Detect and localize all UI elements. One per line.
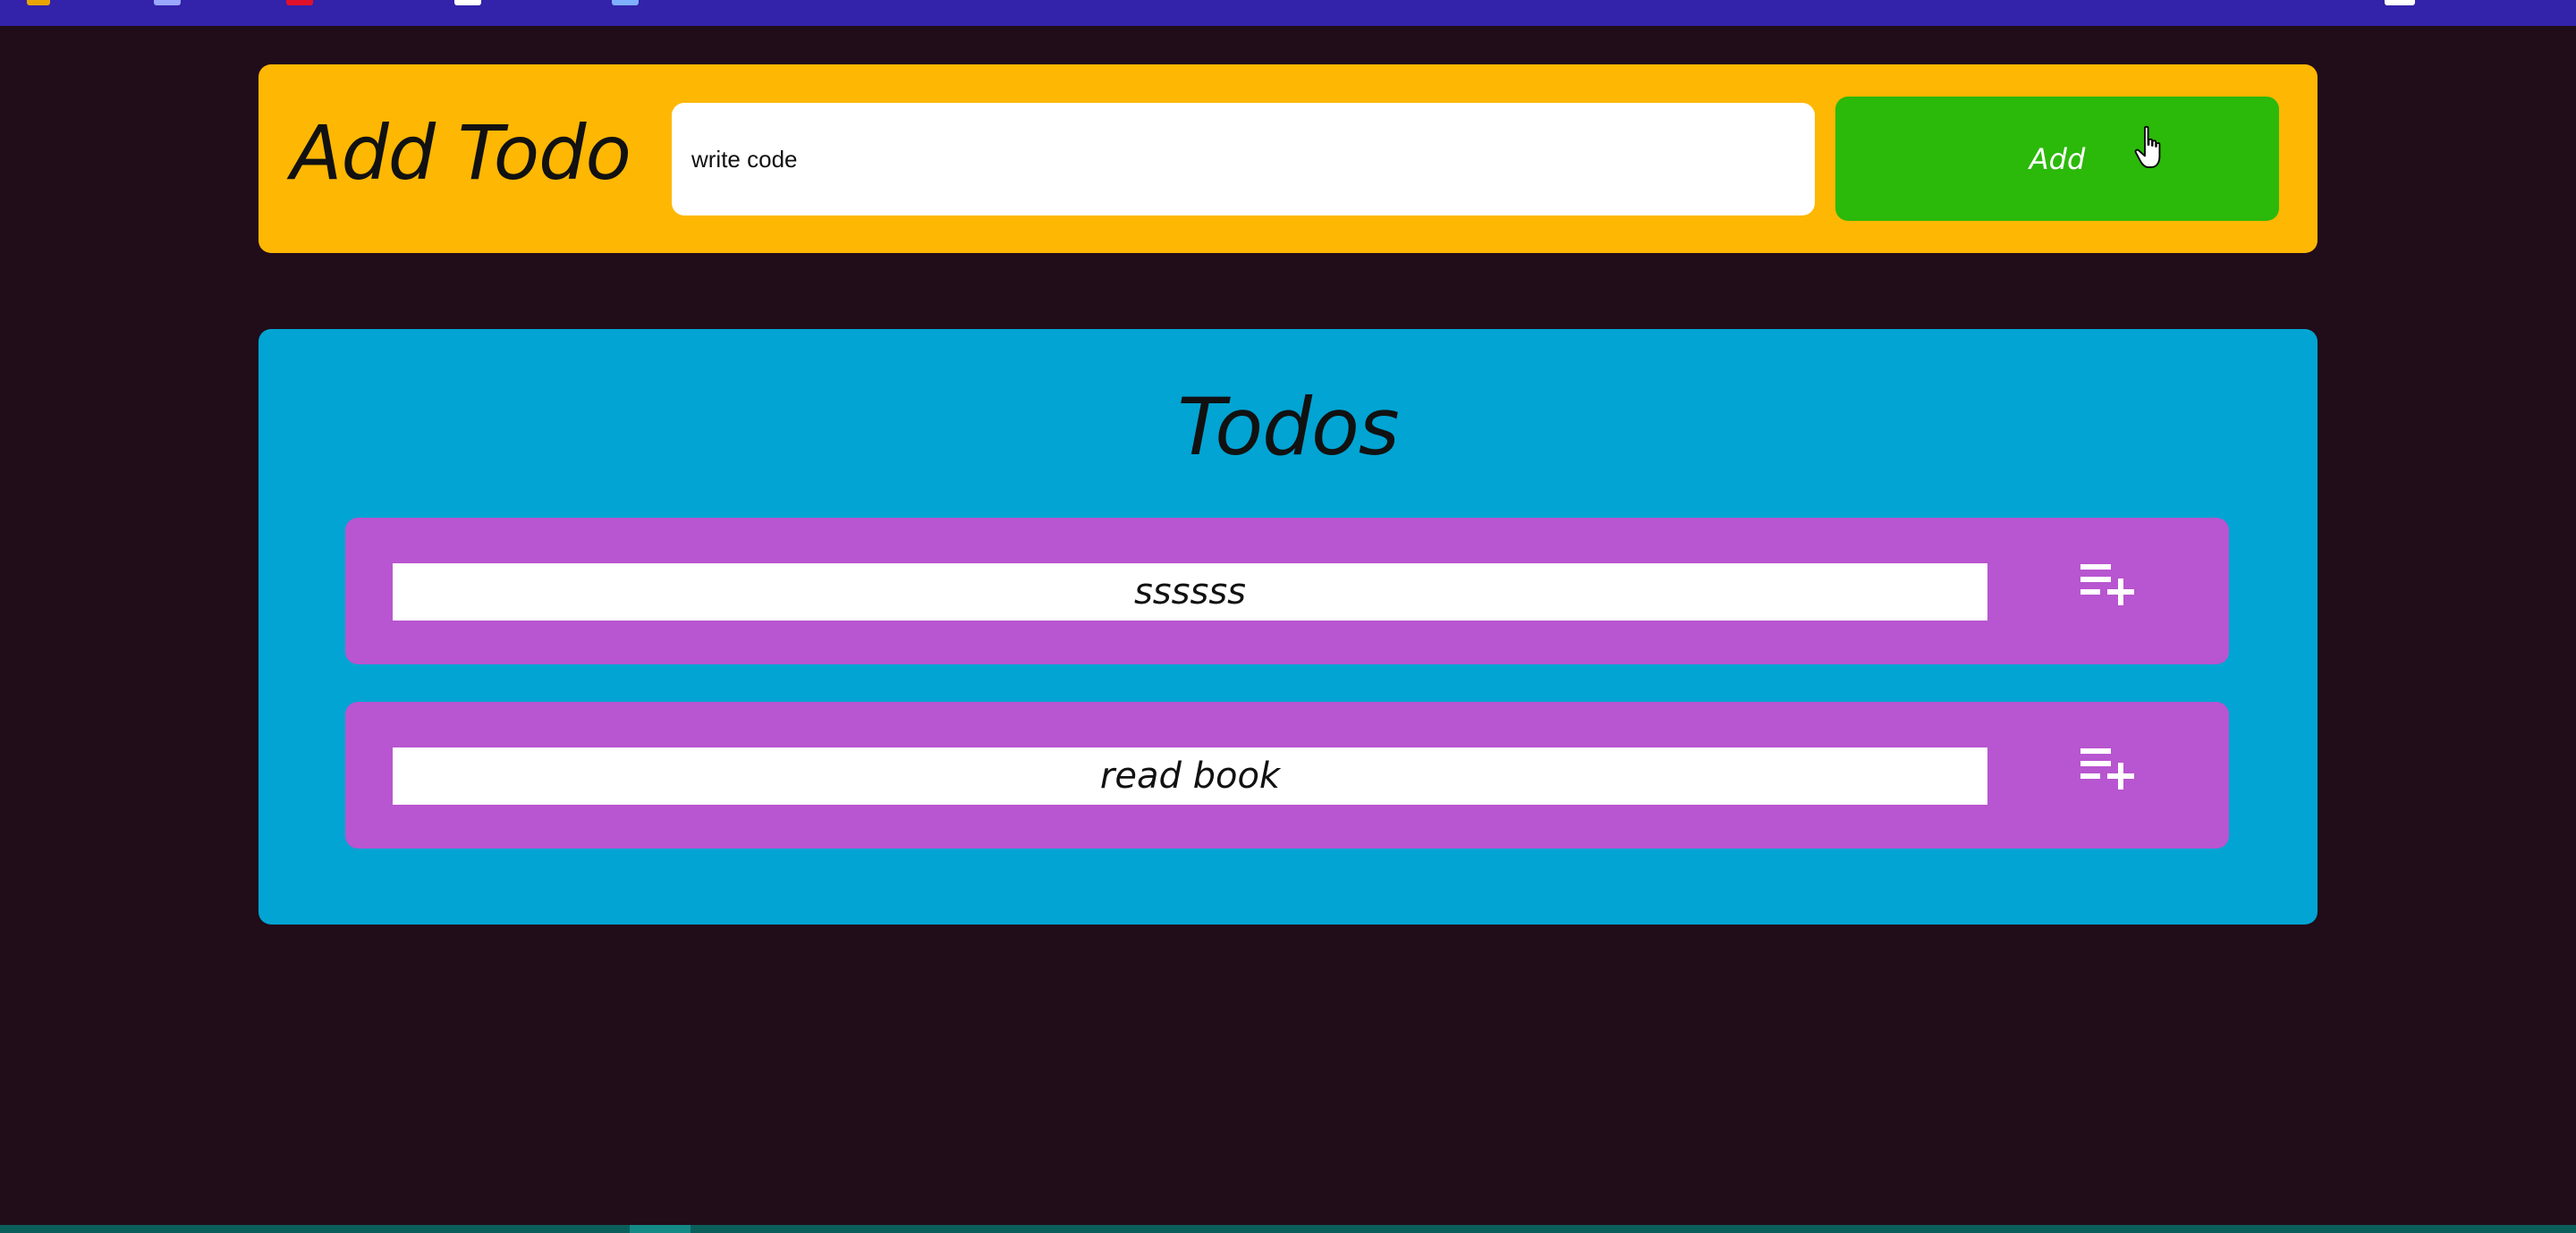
taskbar-active-item[interactable]: [630, 1225, 691, 1233]
bookmark-icon[interactable]: [27, 0, 50, 5]
todo-input[interactable]: [672, 103, 1815, 215]
bookmark-icon[interactable]: [454, 0, 481, 5]
todo-item: read book: [345, 702, 2229, 849]
bookmark-icon[interactable]: [2385, 0, 2415, 5]
playlist-add-icon[interactable]: [2080, 747, 2134, 791]
bookmark-icon[interactable]: [286, 0, 313, 5]
add-button[interactable]: Add: [1835, 97, 2279, 221]
todos-title: Todos: [1177, 381, 1399, 473]
todos-panel: Todos ssssss read book: [258, 329, 2318, 925]
browser-bookmarks-bar: [0, 0, 2576, 26]
taskbar-strip: [0, 1225, 2576, 1233]
hand-pointer-icon: [2134, 125, 2161, 168]
bookmark-icon[interactable]: [154, 0, 181, 5]
page: Add Todo Add Todos ssssss read book: [0, 0, 2576, 1233]
todo-item: ssssss: [345, 518, 2229, 664]
playlist-add-icon[interactable]: [2080, 562, 2134, 607]
bookmark-icon[interactable]: [612, 0, 639, 5]
todo-text: ssssss: [393, 563, 1987, 621]
todo-text: read book: [393, 747, 1987, 805]
add-todo-panel: Add Todo Add: [258, 64, 2318, 253]
add-todo-title: Add Todo: [291, 109, 631, 197]
